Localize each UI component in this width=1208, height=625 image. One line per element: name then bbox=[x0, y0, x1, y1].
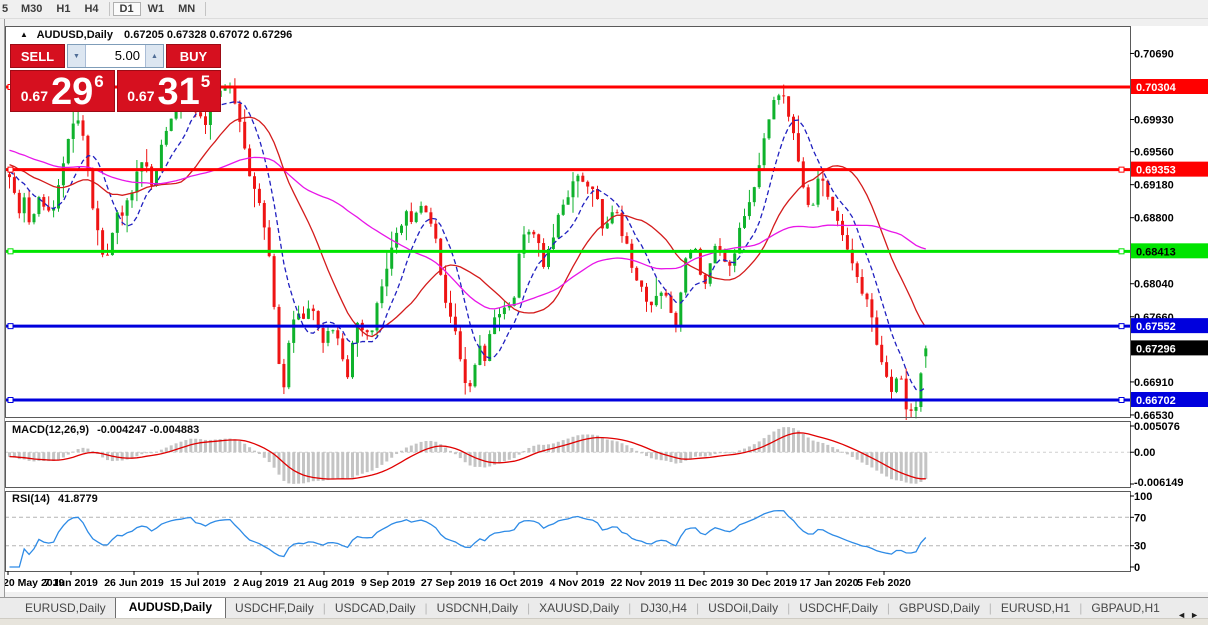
date-axis-label: 22 Nov 2019 bbox=[611, 577, 672, 589]
toolbar-separator bbox=[108, 2, 110, 16]
date-axis-label: 27 Sep 2019 bbox=[421, 577, 481, 589]
chart-tab-USDCNH-Daily[interactable]: USDCNH,Daily bbox=[428, 599, 527, 618]
buy-button[interactable]: BUY bbox=[166, 44, 221, 68]
macd-axis-label: -0.006149 bbox=[1134, 477, 1184, 489]
chart-tab-USDCAD-Daily[interactable]: USDCAD,Daily bbox=[326, 599, 425, 618]
buy-price-pipette: 5 bbox=[200, 72, 211, 91]
buy-price-big-digits: 31 bbox=[157, 71, 200, 113]
tab-scroll-arrows[interactable]: ◄► bbox=[1177, 610, 1203, 620]
macd-axis-label: 0.00 bbox=[1134, 447, 1155, 459]
date-axis-label: 7 Jun 2019 bbox=[44, 577, 98, 589]
chart-symbol-period: AUDUSD,Daily bbox=[36, 29, 113, 41]
toolbar-separator bbox=[205, 2, 207, 16]
current-price-label-text: 0.67296 bbox=[1136, 343, 1176, 355]
buy-price-button[interactable]: 0.67 31 5 bbox=[116, 70, 221, 113]
level-line-right-handle[interactable] bbox=[1118, 323, 1125, 330]
chart-tab-EURUSD-H1[interactable]: EURUSD,H1 bbox=[992, 599, 1079, 618]
tab-scroll-left-icon[interactable]: ◄ bbox=[1177, 610, 1190, 620]
date-axis-label: 9 Sep 2019 bbox=[361, 577, 415, 589]
level-price-label-text: 0.67552 bbox=[1136, 321, 1176, 333]
chart-tab-USDCHF-Daily[interactable]: USDCHF,Daily bbox=[790, 599, 887, 618]
level-line-left-handle[interactable] bbox=[7, 323, 14, 330]
date-axis-label: 21 Aug 2019 bbox=[294, 577, 355, 589]
rsi-value: 41.8779 bbox=[57, 493, 98, 505]
date-axis-label: 5 Feb 2020 bbox=[857, 577, 911, 589]
price-axis-label: 0.68800 bbox=[1134, 213, 1174, 225]
sell-price-pipette: 6 bbox=[94, 72, 104, 91]
price-axis-label: 0.69560 bbox=[1134, 147, 1174, 159]
date-axis-label: 26 Jun 2019 bbox=[104, 577, 164, 589]
level-line-right-handle[interactable] bbox=[1118, 166, 1125, 173]
level-price-label-text: 0.68413 bbox=[1136, 246, 1176, 258]
price-axis-label: 0.66910 bbox=[1134, 377, 1174, 389]
volume-increase-button[interactable]: ▲ bbox=[145, 45, 163, 67]
tab-scroll-right-icon[interactable]: ► bbox=[1190, 610, 1203, 620]
price-axis-label: 0.69180 bbox=[1134, 180, 1174, 192]
timeframe-button-D1[interactable]: D1 bbox=[112, 2, 141, 16]
chart-tab-GBPUSD-Daily[interactable]: GBPUSD,Daily bbox=[890, 599, 989, 618]
chart-tab-EURUSD-Daily[interactable]: EURUSD,Daily bbox=[16, 599, 115, 618]
level-line-left-handle[interactable] bbox=[7, 248, 14, 255]
level-line-right-handle[interactable] bbox=[1118, 248, 1125, 255]
price-axis-label: 0.70690 bbox=[1134, 48, 1174, 60]
date-axis-label: 11 Dec 2019 bbox=[674, 577, 734, 589]
macd-axis-label: 0.005076 bbox=[1134, 421, 1180, 433]
date-axis-label: 16 Oct 2019 bbox=[485, 577, 544, 589]
collapse-triangle-icon[interactable]: ▲ bbox=[20, 30, 28, 39]
rsi-indicator-label: RSI(14) 41.8779 bbox=[12, 493, 98, 505]
rsi-axis-label: 0 bbox=[1134, 562, 1140, 574]
rsi-name: RSI(14) bbox=[12, 493, 50, 505]
sell-price-button[interactable]: 0.67 29 6 bbox=[10, 70, 115, 112]
sell-price-prefix: 0.67 bbox=[20, 88, 48, 104]
level-price-label-text: 0.69353 bbox=[1136, 165, 1176, 177]
rsi-axis-label: 100 bbox=[1134, 491, 1152, 503]
level-line-left-handle[interactable] bbox=[7, 397, 14, 403]
volume-decrease-button[interactable]: ▼ bbox=[68, 45, 86, 67]
chart-tab-bar: EURUSD,Daily AUDUSD,Daily USDCHF,Daily | USD… bbox=[0, 597, 1208, 618]
window-left-border bbox=[0, 18, 5, 597]
rsi-axis-label: 70 bbox=[1134, 512, 1146, 524]
rsi-axis-label: 30 bbox=[1134, 541, 1146, 553]
chart-title: ▲ AUDUSD,Daily 0.67205 0.67328 0.67072 0… bbox=[20, 29, 292, 41]
volume-spinner: ▼ 5.00 ▲ bbox=[67, 44, 164, 68]
buy-price-prefix: 0.67 bbox=[127, 88, 155, 104]
chart-ohlc-values: 0.67205 0.67328 0.67072 0.67296 bbox=[124, 29, 293, 41]
chart-tab-XAUUSD-Daily[interactable]: XAUUSD,Daily bbox=[530, 599, 628, 618]
macd-name: MACD(12,26,9) bbox=[12, 424, 90, 436]
price-axis-label: 0.69930 bbox=[1134, 114, 1174, 126]
level-line-right-handle[interactable] bbox=[1118, 397, 1125, 403]
chart-tab-USDOil-Daily[interactable]: USDOil,Daily bbox=[699, 599, 787, 618]
date-axis-label: 4 Nov 2019 bbox=[550, 577, 605, 589]
sell-price-big-digits: 29 bbox=[51, 71, 94, 113]
level-line-left-handle[interactable] bbox=[7, 166, 14, 173]
chart-tab-USDCHF-Daily[interactable]: USDCHF,Daily bbox=[226, 599, 323, 618]
timeframe-toolbar: 5 M30 H1 H4 D1 W1 MN bbox=[0, 0, 1208, 19]
date-axis-label: 15 Jul 2019 bbox=[170, 577, 226, 589]
one-click-trading-panel: SELL ▼ 5.00 ▲ BUY 0.67 29 6 0.67 31 5 bbox=[10, 44, 221, 112]
macd-values: -0.004247 -0.004883 bbox=[97, 424, 200, 436]
chart-tab-GBPAUD-H1[interactable]: GBPAUD,H1 bbox=[1082, 599, 1168, 618]
timeframe-button-MN[interactable]: MN bbox=[171, 2, 202, 16]
date-axis-label: 17 Jan 2020 bbox=[800, 577, 859, 589]
sell-button[interactable]: SELL bbox=[10, 44, 65, 68]
timeframe-button-5[interactable]: 5 bbox=[0, 2, 14, 16]
timeframe-button-W1[interactable]: W1 bbox=[141, 2, 172, 16]
timeframe-button-H1[interactable]: H1 bbox=[49, 2, 77, 16]
macd-indicator-label: MACD(12,26,9) -0.004247 -0.004883 bbox=[12, 424, 199, 436]
chart-tab-DJ30-H4[interactable]: DJ30,H4 bbox=[631, 599, 696, 618]
volume-input[interactable]: 5.00 bbox=[86, 45, 145, 67]
level-price-label-text: 0.70304 bbox=[1136, 82, 1177, 94]
timeframe-button-M30[interactable]: M30 bbox=[14, 2, 49, 16]
level-price-label-text: 0.66702 bbox=[1136, 395, 1176, 407]
date-axis-label: 2 Aug 2019 bbox=[233, 577, 288, 589]
date-axis-label: 30 Dec 2019 bbox=[737, 577, 797, 589]
chart-tab-AUDUSD-Daily[interactable]: AUDUSD,Daily bbox=[114, 598, 227, 618]
price-axis-label: 0.68040 bbox=[1134, 279, 1174, 291]
timeframe-button-H4[interactable]: H4 bbox=[77, 2, 105, 16]
